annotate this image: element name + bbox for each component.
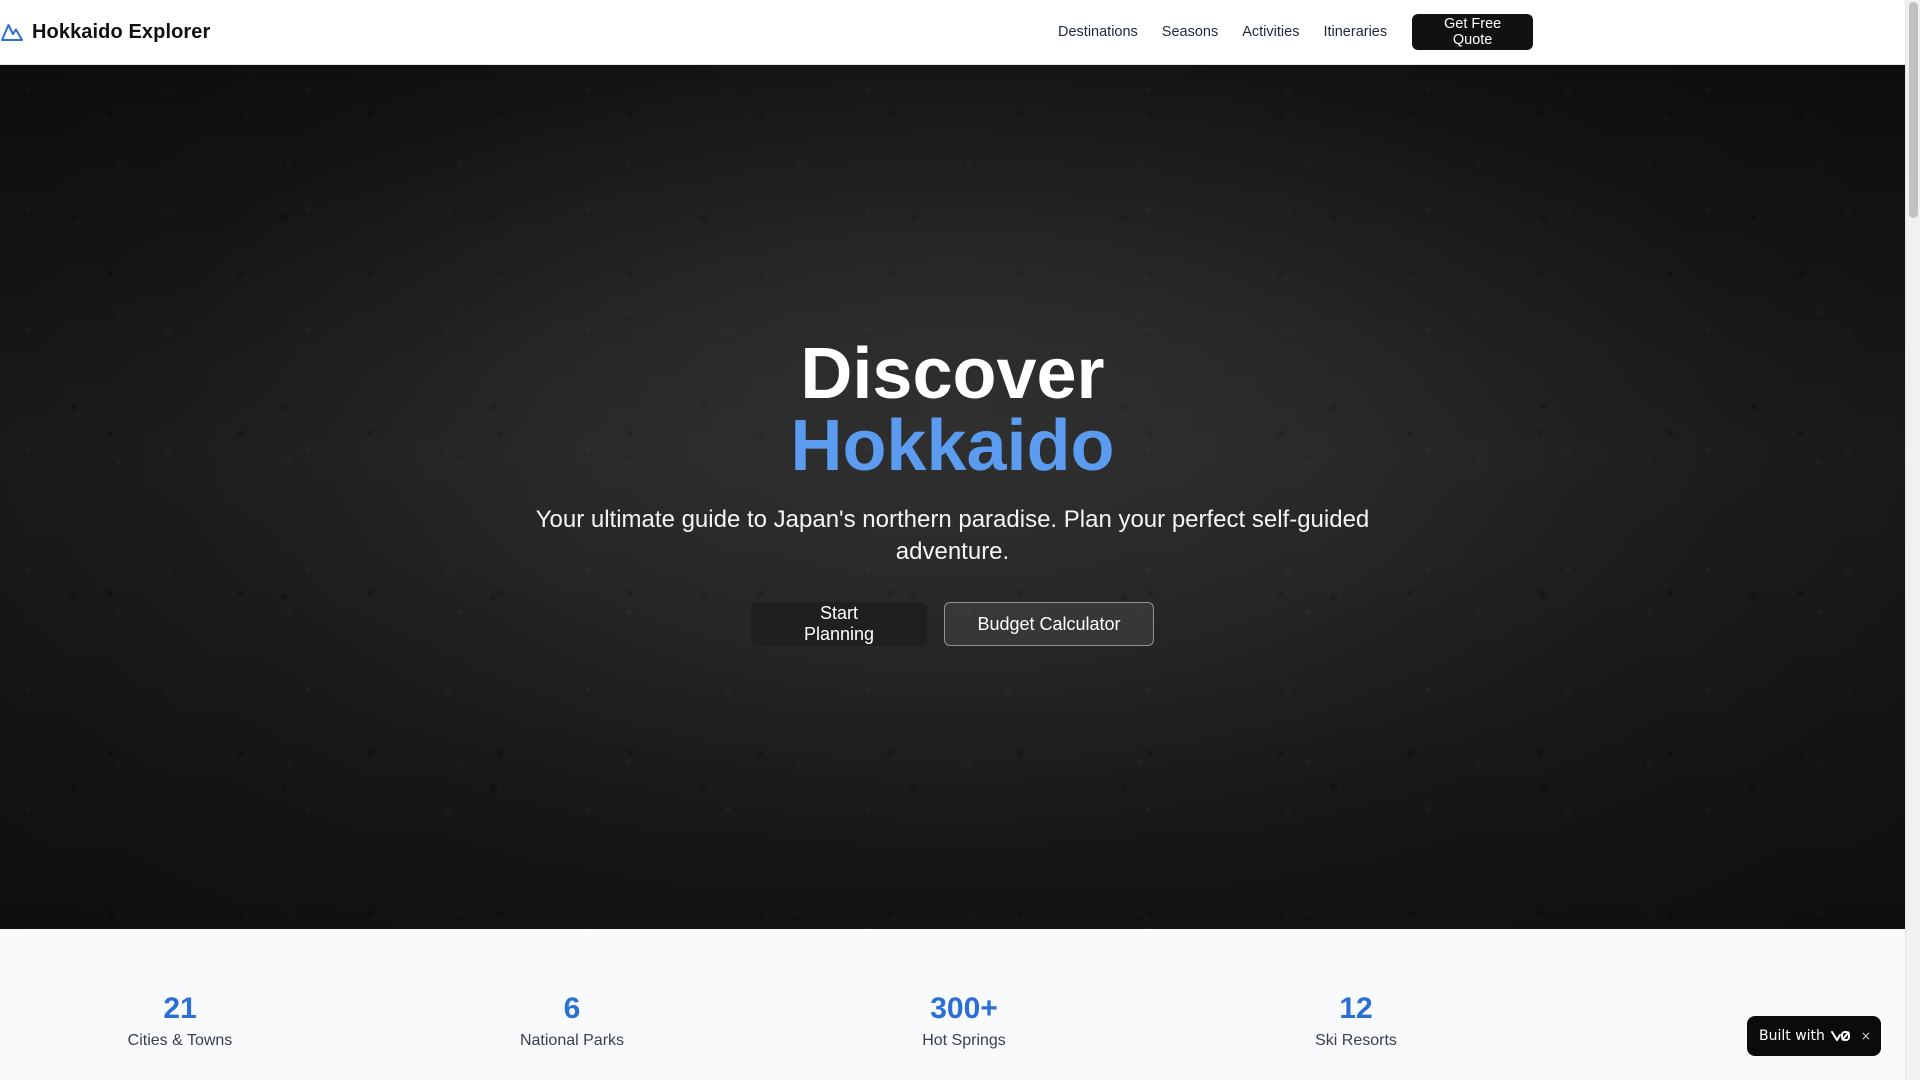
hero-section: Discover Hokkaido Your ultimate guide to… <box>0 65 1905 929</box>
hero-subtitle: Your ultimate guide to Japan's northern … <box>535 506 1370 565</box>
stat-value: 21 <box>163 992 197 1025</box>
stat-cities-towns: 21 Cities & Towns <box>80 991 280 1053</box>
stat-ski-resorts: 12 Ski Resorts <box>1256 991 1456 1053</box>
stat-value: 300+ <box>930 992 998 1025</box>
stat-value: 6 <box>563 992 581 1025</box>
nav-link-itineraries[interactable]: Itineraries <box>1323 24 1387 40</box>
hero-actions: Start Planning Budget Calculator <box>0 602 1905 646</box>
v0-logo-icon <box>1830 1030 1851 1042</box>
mountain-icon <box>0 20 24 44</box>
built-with-badge[interactable]: Built with × <box>1747 1016 1881 1056</box>
badge-text: Built with <box>1759 1028 1825 1044</box>
brand-logo-link[interactable]: Hokkaido Explorer <box>0 18 210 46</box>
budget-calculator-button[interactable]: Budget Calculator <box>944 602 1154 646</box>
hero-content: Discover Hokkaido Your ultimate guide to… <box>0 338 1905 646</box>
stat-label: National Parks <box>519 1032 625 1049</box>
main-nav: Destinations Seasons Activities Itinerar… <box>1058 0 1534 64</box>
nav-link-destinations[interactable]: Destinations <box>1058 24 1138 40</box>
hero-title: Discover Hokkaido <box>0 338 1905 482</box>
nav-link-activities[interactable]: Activities <box>1242 24 1299 40</box>
site-header: Hokkaido Explorer Destinations Seasons A… <box>0 0 1905 65</box>
close-icon[interactable]: × <box>1861 1029 1871 1043</box>
stat-label: Hot Springs <box>922 1032 1006 1049</box>
stat-label: Cities & Towns <box>127 1032 233 1049</box>
get-free-quote-button[interactable]: Get Free Quote <box>1412 14 1534 50</box>
stat-national-parks: 6 National Parks <box>472 991 672 1053</box>
brand-name: Hokkaido Explorer <box>32 20 211 43</box>
hero-title-line-1: Discover <box>800 334 1105 414</box>
start-planning-button[interactable]: Start Planning <box>751 602 927 646</box>
nav-link-seasons[interactable]: Seasons <box>1162 24 1218 40</box>
scrollbar-thumb[interactable] <box>1909 2 1918 218</box>
stat-label: Ski Resorts <box>1315 1032 1397 1049</box>
hero-title-line-2: Hokkaido <box>790 406 1115 486</box>
stat-value: 12 <box>1339 992 1373 1025</box>
stats-section: 21 Cities & Towns 6 National Parks 300+ … <box>0 929 1905 1080</box>
stat-hot-springs: 300+ Hot Springs <box>864 991 1064 1053</box>
page-scrollbar[interactable] <box>1905 0 1920 1080</box>
